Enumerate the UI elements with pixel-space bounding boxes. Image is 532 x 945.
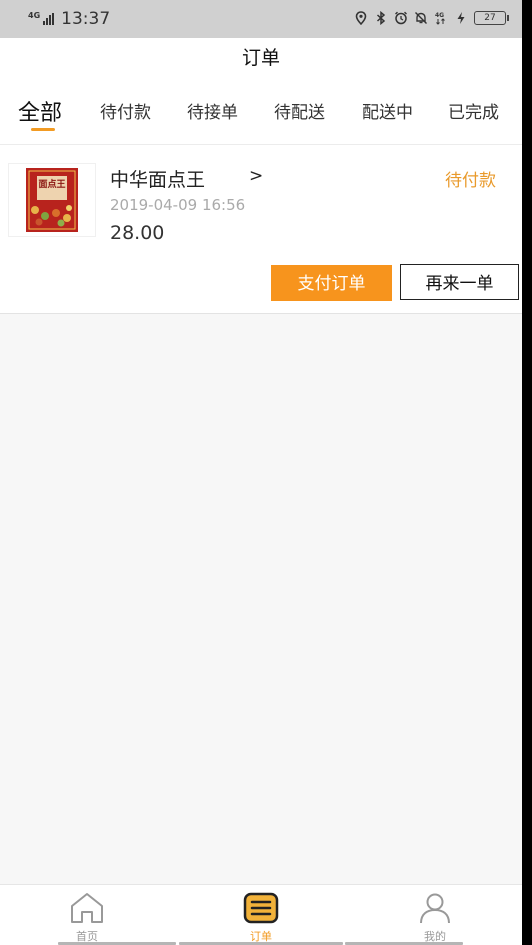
charging-icon	[457, 12, 465, 24]
nav-profile[interactable]: 我的	[345, 885, 522, 945]
nav-home[interactable]: 首页	[0, 885, 176, 945]
tab-delivering[interactable]: 配送中	[362, 98, 413, 123]
order-card[interactable]: 面点王 中华面点王 > 待付款 2019-04-09 16:56 28.00 支…	[0, 145, 522, 314]
status-time: 13:37	[61, 9, 111, 29]
user-icon	[420, 893, 450, 924]
reorder-button[interactable]: 再来一单	[400, 264, 519, 300]
battery-icon: 27	[474, 11, 509, 25]
tab-pending-payment[interactable]: 待付款	[100, 98, 151, 123]
order-time: 2019-04-09 16:56	[110, 196, 246, 214]
bottom-nav: 首页 订单 我的	[0, 884, 522, 945]
nav-orders[interactable]: 订单	[174, 885, 348, 945]
signal-icon	[43, 13, 55, 25]
store-logo-image: 面点王	[26, 168, 78, 232]
active-tab-indicator	[31, 128, 55, 131]
tab-pending-accept[interactable]: 待接单	[187, 98, 238, 123]
orders-icon	[243, 892, 279, 924]
network-label: 4G	[28, 11, 41, 20]
order-tabs: 全部 待付款 待接单 待配送 配送中 已完成	[0, 78, 522, 145]
mute-icon	[415, 12, 427, 24]
order-status: 待付款	[445, 171, 496, 191]
4g-icon: 4G	[435, 12, 445, 25]
logo-text: 面点王	[38, 178, 65, 190]
order-price: 28.00	[110, 222, 165, 244]
store-name[interactable]: 中华面点王	[110, 165, 205, 192]
bluetooth-icon	[376, 11, 386, 25]
status-bar: 4G 13:37 4G 27	[0, 0, 522, 38]
screen: 4G 13:37 4G 27 订单 全部 待付款 待接单 待配送 配送中 已完成…	[0, 0, 522, 945]
tab-pending-delivery[interactable]: 待配送	[274, 98, 325, 123]
alarm-icon	[395, 11, 407, 25]
page-title: 订单	[0, 38, 522, 78]
status-left: 4G 13:37	[28, 9, 110, 29]
pay-order-button[interactable]: 支付订单	[271, 265, 392, 301]
tab-all[interactable]: 全部	[18, 95, 62, 127]
chevron-right-icon[interactable]: >	[249, 166, 263, 186]
location-icon	[355, 11, 367, 25]
tab-completed[interactable]: 已完成	[448, 98, 499, 123]
status-icons: 4G 27	[354, 11, 509, 25]
home-icon	[71, 893, 103, 923]
store-thumbnail[interactable]: 面点王	[8, 163, 96, 237]
svg-text:4G: 4G	[435, 12, 444, 19]
